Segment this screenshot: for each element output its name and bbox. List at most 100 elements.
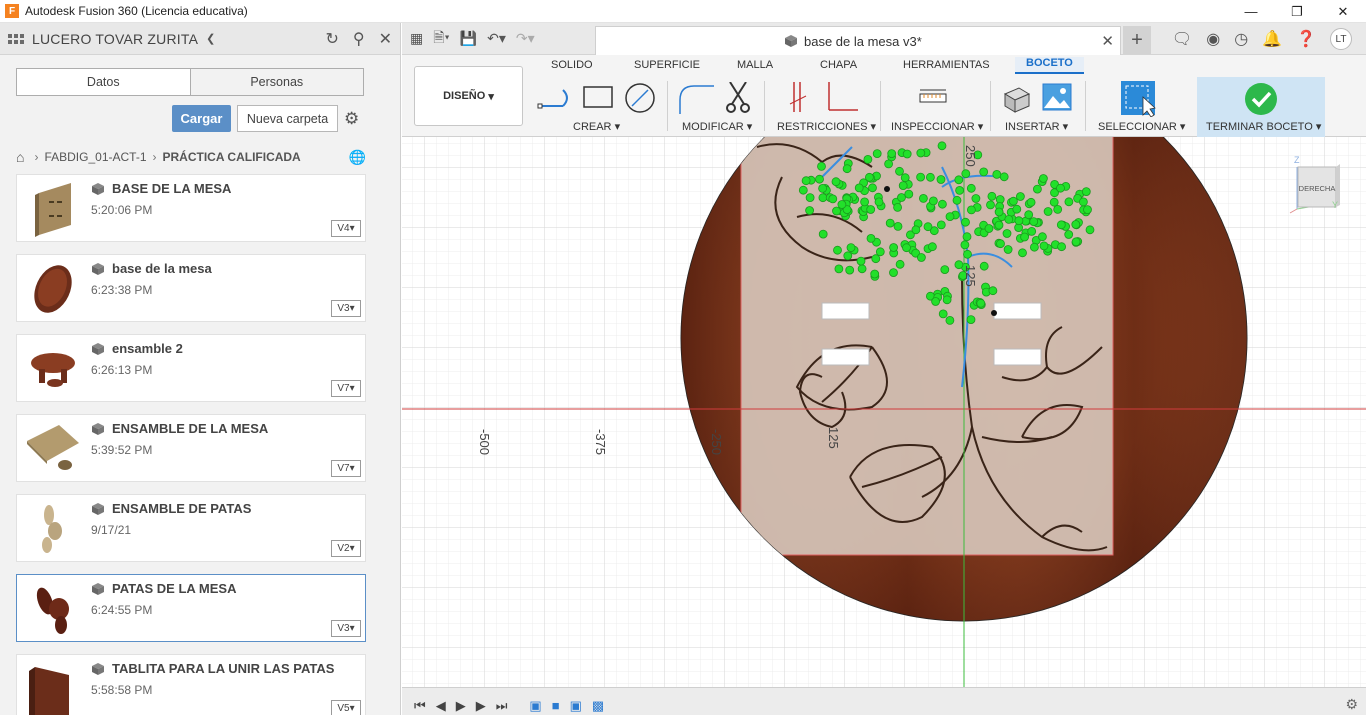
help-icon[interactable]: ❓ bbox=[1296, 29, 1316, 49]
close-tab-icon[interactable]: ✕ bbox=[1101, 32, 1114, 50]
breadcrumb-project[interactable]: FABDIG_01-ACT-1 bbox=[44, 150, 146, 164]
minimize-button[interactable]: — bbox=[1228, 0, 1274, 23]
list-item[interactable]: ENSAMBLE DE LA MESA 5:39:52 PM V7 ▾ bbox=[16, 414, 366, 482]
close-icon[interactable]: ✕ bbox=[379, 29, 392, 49]
version-dropdown[interactable]: V7 ▾ bbox=[331, 460, 361, 477]
timeline-feature-icon[interactable]: ▣ bbox=[529, 698, 541, 714]
group-crear[interactable]: CREAR ▾ bbox=[573, 120, 620, 133]
perpendicular-constraint-icon[interactable] bbox=[826, 82, 858, 114]
user-name[interactable]: LUCERO TOVAR ZURITA bbox=[32, 31, 198, 47]
coincident-constraint-icon[interactable] bbox=[788, 82, 808, 114]
version-dropdown[interactable]: V3 ▾ bbox=[331, 620, 361, 637]
list-item[interactable]: ensamble 2 6:26:13 PM V7 ▾ bbox=[16, 334, 366, 402]
select-tool-icon[interactable] bbox=[1119, 79, 1159, 117]
file-name: ensamble 2 bbox=[112, 341, 183, 356]
circle-tool-icon[interactable] bbox=[624, 82, 656, 114]
globe-icon[interactable]: 🌐 bbox=[349, 149, 366, 166]
chevron-right-icon: › bbox=[152, 150, 157, 164]
list-item[interactable]: TABLITA PARA LA UNIR LAS PATAS 5:58:58 P… bbox=[16, 654, 366, 715]
timeline-first-icon[interactable]: ⏮ bbox=[414, 698, 426, 714]
file-menu-icon[interactable]: 🗎▾ bbox=[433, 27, 449, 51]
fillet-tool-icon[interactable] bbox=[678, 82, 714, 114]
avatar[interactable]: LT bbox=[1330, 28, 1352, 50]
insert-derive-icon[interactable] bbox=[1001, 82, 1031, 114]
document-tab[interactable]: base de la mesa v3* ✕ bbox=[595, 26, 1121, 55]
line-tool-icon[interactable] bbox=[537, 82, 573, 112]
apps-grid-icon[interactable] bbox=[8, 33, 24, 44]
sketch-point bbox=[1014, 216, 1024, 226]
canvas-viewport[interactable]: -500 -375 -250 250 125 125 DERECHA Z Y bbox=[402, 137, 1366, 687]
group-inspeccionar[interactable]: INSPECCIONAR ▾ bbox=[891, 120, 983, 133]
group-modificar[interactable]: MODIFICAR ▾ bbox=[682, 120, 752, 133]
refresh-icon[interactable]: ↻ bbox=[325, 29, 338, 49]
close-window-button[interactable]: ✕ bbox=[1320, 0, 1366, 23]
timeline-feature-icon[interactable]: ▣ bbox=[570, 698, 582, 714]
timeline-play-icon[interactable]: ▶ bbox=[456, 698, 466, 714]
trim-scissors-icon[interactable] bbox=[724, 82, 752, 114]
version-dropdown[interactable]: V2 ▾ bbox=[331, 540, 361, 557]
version-dropdown[interactable]: V5 ▾ bbox=[331, 700, 361, 715]
file-name: BASE DE LA MESA bbox=[112, 181, 232, 196]
sketch-canvas[interactable]: -500 -375 -250 250 125 125 DERECHA Z Y bbox=[402, 137, 1366, 687]
timeline-prev-icon[interactable]: ◀ bbox=[436, 698, 446, 714]
maximize-button[interactable]: ❐ bbox=[1274, 0, 1320, 23]
tab-solido[interactable]: SOLIDO bbox=[551, 59, 593, 71]
save-icon[interactable]: 💾 bbox=[460, 30, 477, 47]
redo-icon[interactable]: ↷▾ bbox=[516, 30, 535, 47]
timeline-feature-icon[interactable]: ■ bbox=[552, 698, 560, 714]
measure-ruler-icon[interactable] bbox=[918, 82, 948, 114]
group-restricciones[interactable]: RESTRICCIONES ▾ bbox=[777, 120, 876, 133]
gear-icon[interactable]: ⚙ bbox=[344, 109, 359, 129]
file-thumbnail bbox=[34, 265, 72, 313]
version-dropdown[interactable]: V3 ▾ bbox=[331, 300, 361, 317]
upload-button[interactable]: Cargar bbox=[172, 105, 231, 132]
main-area: ▦ 🗎▾ 💾 ↶▾ ↷▾ base de la mesa v3* ✕ + 🗨 ◉… bbox=[402, 23, 1366, 715]
view-cube-face[interactable]: DERECHA bbox=[1299, 184, 1336, 193]
tab-personas[interactable]: Personas bbox=[189, 69, 363, 95]
notifications-icon[interactable]: 🗨 bbox=[1172, 29, 1192, 49]
tab-malla[interactable]: MALLA bbox=[737, 59, 773, 71]
list-item[interactable]: base de la mesa 6:23:38 PM V3 ▾ bbox=[16, 254, 366, 322]
chevron-down-icon[interactable]: ❮ bbox=[206, 32, 215, 45]
tab-herramientas[interactable]: HERRAMIENTAS bbox=[903, 59, 990, 71]
bell-icon[interactable]: 🔔 bbox=[1262, 29, 1282, 49]
sketch-point bbox=[966, 315, 976, 325]
new-folder-button[interactable]: Nueva carpeta bbox=[237, 105, 338, 132]
insert-image-icon[interactable] bbox=[1042, 82, 1072, 114]
list-item[interactable]: BASE DE LA MESA 5:20:06 PM V4 ▾ bbox=[16, 174, 366, 242]
group-insertar[interactable]: INSERTAR ▾ bbox=[1005, 120, 1068, 133]
group-terminar-boceto[interactable]: TERMINAR BOCETO ▾ bbox=[1206, 120, 1321, 133]
tab-chapa[interactable]: CHAPA bbox=[820, 59, 857, 71]
group-seleccionar[interactable]: SELECCIONAR ▾ bbox=[1098, 120, 1185, 133]
version-dropdown[interactable]: V4 ▾ bbox=[331, 220, 361, 237]
workspace-dropdown[interactable]: DISEÑO ▾ bbox=[414, 66, 523, 126]
sketch-point bbox=[960, 240, 970, 250]
timeline-last-icon[interactable]: ⏭ bbox=[496, 698, 508, 714]
tab-datos[interactable]: Datos bbox=[17, 69, 190, 95]
sketch-point bbox=[904, 189, 914, 199]
rectangle-tool-icon[interactable] bbox=[582, 82, 614, 112]
job-status-icon[interactable]: ◷ bbox=[1234, 29, 1248, 49]
timeline-bar: ⏮ ◀ ▶ ▶ ⏭ ▣ ■ ▣ ▩ ⚙ bbox=[402, 687, 1366, 715]
ruler-label: 250 bbox=[963, 145, 978, 167]
home-icon[interactable]: ⌂ bbox=[16, 149, 24, 165]
sketch-point bbox=[1081, 187, 1091, 196]
version-dropdown[interactable]: V7 ▾ bbox=[331, 380, 361, 397]
sketch-point bbox=[1064, 197, 1074, 207]
timeline-sketch-icon[interactable]: ▩ bbox=[592, 698, 604, 714]
new-tab-button[interactable]: + bbox=[1123, 26, 1151, 54]
list-item[interactable]: PATAS DE LA MESA 6:24:55 PM V3 ▾ bbox=[16, 574, 366, 642]
extensions-icon[interactable]: ◉ bbox=[1206, 29, 1220, 49]
timeline-settings-icon[interactable]: ⚙ bbox=[1345, 696, 1358, 713]
sketch-point bbox=[874, 197, 884, 207]
finish-sketch-check-icon[interactable] bbox=[1244, 82, 1278, 116]
chevron-right-icon: › bbox=[34, 150, 39, 164]
apps-grid-icon[interactable]: ▦ bbox=[410, 30, 423, 47]
list-item[interactable]: ENSAMBLE DE PATAS 9/17/21 V2 ▾ bbox=[16, 494, 366, 562]
axis-y-label: Y bbox=[1332, 200, 1338, 210]
undo-icon[interactable]: ↶▾ bbox=[487, 30, 506, 47]
search-icon[interactable]: ⚲ bbox=[353, 29, 365, 49]
tab-boceto[interactable]: BOCETO bbox=[1015, 57, 1084, 74]
tab-superficie[interactable]: SUPERFICIE bbox=[634, 59, 700, 71]
timeline-next-icon[interactable]: ▶ bbox=[476, 698, 486, 714]
